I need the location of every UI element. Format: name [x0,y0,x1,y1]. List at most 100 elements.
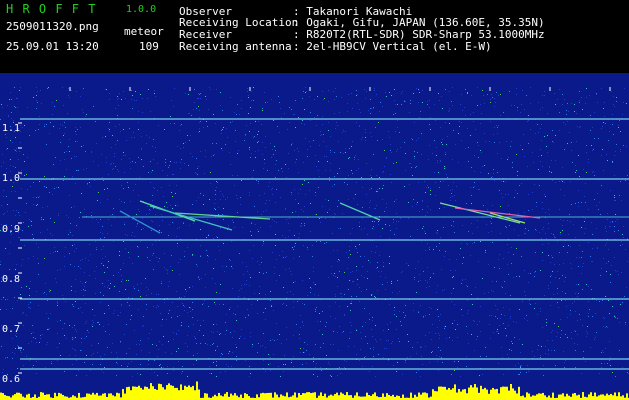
noise-speck [7,299,8,300]
noise-speck [187,346,188,347]
noise-speck [438,370,439,371]
noise-speck [481,152,482,153]
noise-speck [230,307,231,308]
noise-speck [562,291,563,292]
noise-speck [158,306,159,307]
noise-speck [435,120,436,121]
noise-speck [177,246,178,247]
noise-speck [107,233,108,234]
noise-speck [545,196,546,197]
noise-speck [439,250,440,251]
noise-speck [17,107,18,108]
noise-speck [498,95,499,96]
histogram-bar [6,395,8,400]
noise-speck [185,343,186,344]
noise-speck [210,345,211,346]
noise-speck [170,123,171,124]
noise-speck [302,321,303,322]
noise-speck [5,134,6,135]
noise-speck [180,148,181,149]
noise-speck [440,160,441,161]
noise-speck [167,175,168,176]
noise-speck [457,367,458,368]
noise-speck [516,322,517,323]
noise-speck [542,208,543,209]
noise-speck [44,292,45,293]
noise-speck [172,196,173,197]
noise-speck [178,361,179,362]
noise-speck [288,236,289,237]
noise-speck [133,286,134,287]
histogram-bar [334,394,336,400]
noise-speck [489,141,490,142]
noise-speck [16,151,17,152]
histogram-bar [74,396,76,400]
noise-speck [229,152,230,153]
noise-speck [89,182,90,183]
noise-speck [200,229,201,230]
histogram-bar [610,393,612,400]
noise-speck [251,91,252,92]
noise-speck [521,365,522,366]
noise-speck [77,170,78,171]
noise-speck [504,315,505,316]
noise-speck [198,166,199,167]
noise-speck [542,166,543,167]
noise-speck [216,187,217,188]
noise-speck [337,206,338,207]
noise-speck [612,162,613,163]
noise-speck [137,224,138,225]
noise-speck [339,326,340,327]
noise-speck [364,228,365,229]
noise-speck [286,305,287,306]
noise-speck [500,206,501,207]
noise-speck [455,144,456,145]
noise-speck [453,288,454,289]
noise-speck [284,355,285,356]
noise-speck [286,339,287,340]
noise-speck [592,127,593,128]
noise-speck [386,207,387,208]
noise-speck [368,110,369,111]
noise-speck [177,205,178,206]
noise-speck [451,225,452,226]
histogram-bar [136,386,138,400]
noise-speck [535,271,536,272]
noise-speck [588,313,589,314]
noise-speck [118,105,119,106]
noise-speck [429,247,430,248]
noise-speck [71,290,72,291]
noise-speck [263,211,264,212]
histogram-bar [282,395,284,400]
noise-speck [425,346,426,347]
noise-speck [95,241,96,242]
noise-speck [100,292,101,293]
noise-speck [474,186,475,187]
noise-speck [304,124,305,125]
histogram-bar [590,392,592,400]
noise-speck [573,224,574,225]
noise-speck [543,375,544,376]
noise-speck [263,241,264,242]
noise-speck [305,194,306,195]
noise-speck [555,160,556,161]
noise-speck [55,278,56,279]
noise-speck [293,307,294,308]
noise-speck [480,172,481,173]
noise-speck [7,204,8,205]
noise-speck [190,311,191,312]
noise-speck [45,283,46,284]
noise-speck [405,101,406,102]
noise-speck [17,368,18,369]
noise-speck [369,189,370,190]
histogram-bar [448,387,450,400]
noise-speck [334,176,335,177]
noise-speck [164,253,165,254]
noise-speck [341,97,342,98]
histogram-bar [256,394,258,400]
noise-speck [285,269,286,270]
noise-speck [530,103,531,104]
histogram-bar [364,396,366,400]
noise-speck [615,214,616,215]
histogram-bar [536,394,538,400]
